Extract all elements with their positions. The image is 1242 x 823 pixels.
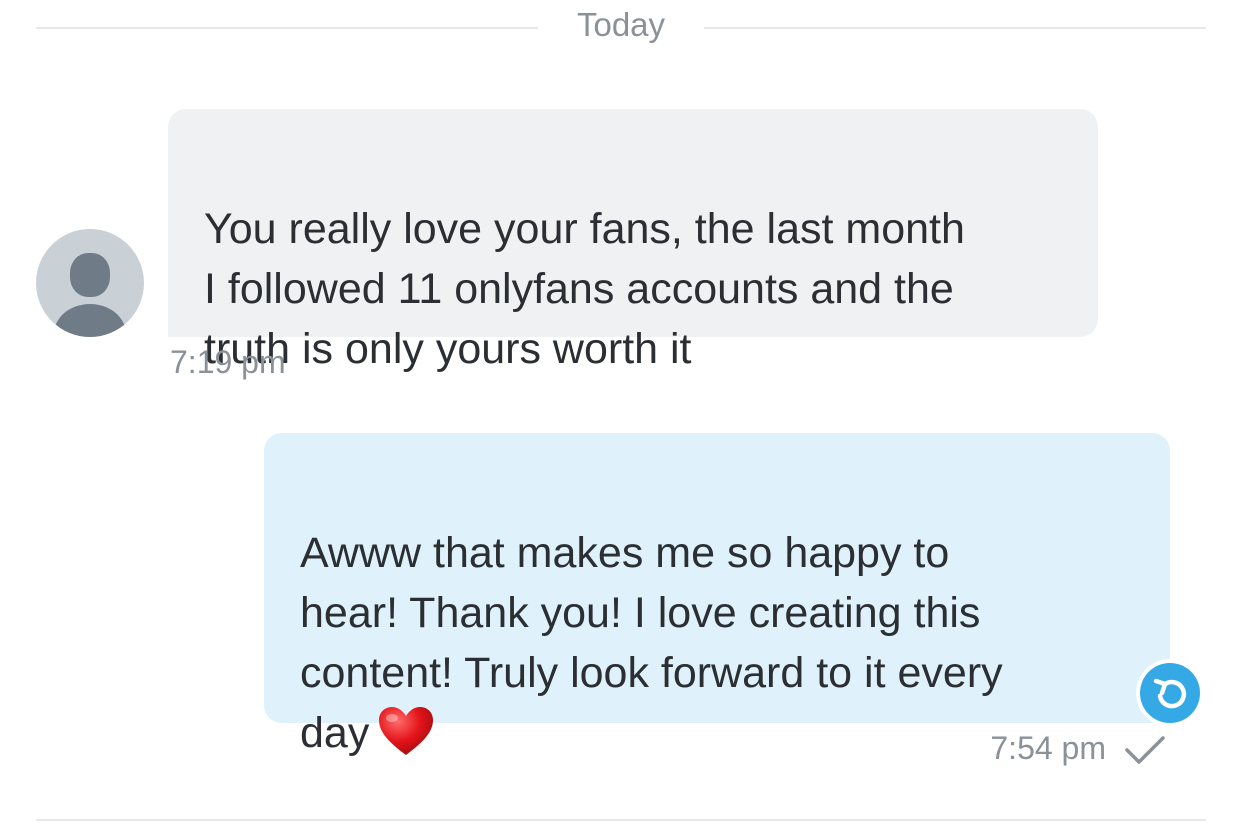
divider-line-right: [704, 27, 1206, 29]
incoming-message-time: 7:19 pm: [170, 344, 286, 380]
incoming-message-bubble[interactable]: You really love your fans, the last mont…: [168, 109, 1098, 373]
bottom-divider: [36, 819, 1206, 821]
reply-undo-icon[interactable]: [1140, 663, 1200, 723]
check-icon: [1124, 735, 1166, 765]
sender-avatar[interactable]: [36, 229, 144, 337]
outgoing-message-time: 7:54 pm: [990, 730, 1106, 766]
red-heart-emoji-icon: [377, 705, 435, 757]
date-divider: Today: [36, 0, 1206, 54]
incoming-message-text: You really love your fans, the last mont…: [204, 205, 965, 373]
divider-line-left: [36, 27, 538, 29]
avatar-head-shape: [70, 253, 110, 297]
outgoing-message-bubble[interactable]: Awww that makes me so happy to hear! Tha…: [264, 433, 1170, 757]
date-divider-label: Today: [576, 6, 666, 43]
avatar-shoulders-shape: [54, 304, 126, 337]
